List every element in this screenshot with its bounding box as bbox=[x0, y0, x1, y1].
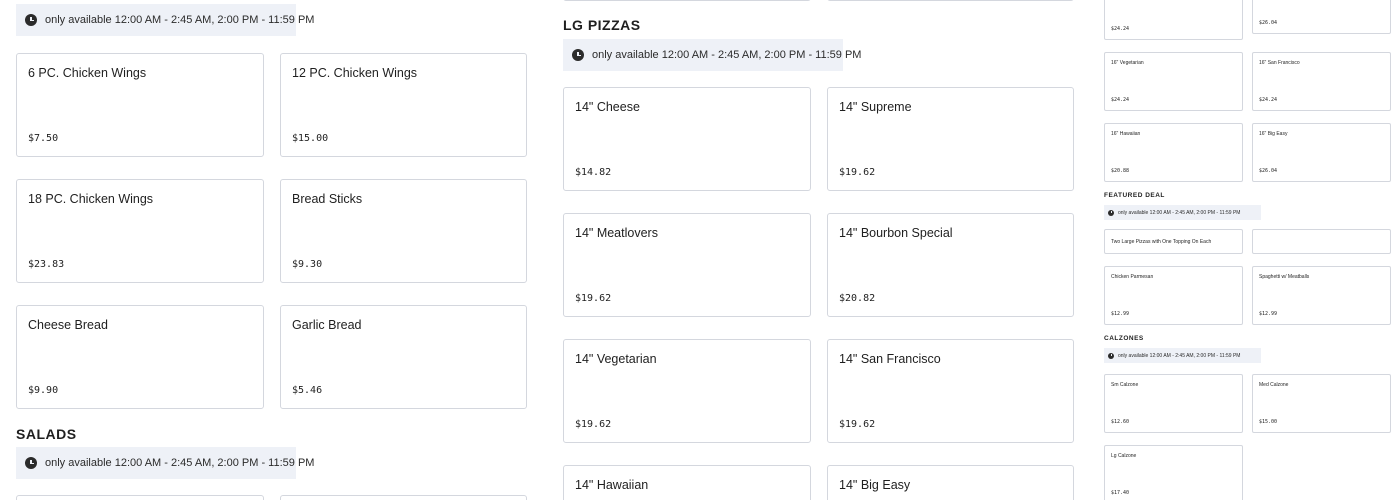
item-name: Cheese Bread bbox=[28, 318, 108, 332]
item-price: $7.50 bbox=[28, 133, 59, 144]
menu-item-card[interactable]: 16" Hawaiian $20.88 bbox=[1104, 123, 1243, 182]
menu-item-card[interactable]: Bread Sticks $9.30 bbox=[280, 179, 527, 283]
menu-item-card[interactable]: Sm Calzone $12.60 bbox=[1104, 374, 1243, 433]
item-name: 14" Hawaiian bbox=[575, 478, 649, 492]
item-price: $14.82 bbox=[575, 167, 612, 178]
menu-item-card[interactable]: Cheese Bread $9.90 bbox=[16, 305, 264, 409]
clock-icon bbox=[1108, 352, 1114, 359]
item-name: 14" Vegetarian bbox=[575, 352, 657, 366]
item-price: $20.88 bbox=[1111, 168, 1130, 174]
item-name: 14" Bourbon Special bbox=[839, 226, 953, 240]
item-price: $17.40 bbox=[1111, 490, 1130, 496]
availability-text: only available 12:00 AM - 2:45 AM, 2:00 … bbox=[592, 49, 862, 61]
menu-item-card[interactable]: 16" San Francisco $24.24 bbox=[1252, 52, 1391, 111]
item-price: $9.90 bbox=[28, 385, 59, 396]
item-name: Bread Sticks bbox=[292, 192, 363, 206]
item-price: $24.24 bbox=[1111, 97, 1130, 103]
item-name: 14" Cheese bbox=[575, 100, 640, 114]
section-heading-calzones: CALZONES bbox=[1104, 335, 1144, 342]
availability-text: only available 12:00 AM - 2:45 AM, 2:00 … bbox=[45, 457, 315, 469]
item-price: $15.00 bbox=[292, 133, 329, 144]
menu-item-card[interactable]: $24.24 bbox=[1104, 0, 1243, 40]
item-name: 12 PC. Chicken Wings bbox=[292, 66, 418, 80]
item-price: $19.62 bbox=[839, 419, 876, 430]
availability-text: only available 12:00 AM - 2:45 AM, 2:00 … bbox=[1118, 209, 1241, 216]
menu-item-card[interactable]: 16" Vegetarian $24.24 bbox=[1104, 52, 1243, 111]
item-name: 14" Supreme bbox=[839, 100, 912, 114]
menu-item-card[interactable]: Med Calzone $15.00 bbox=[1252, 374, 1391, 433]
menu-item-card[interactable]: 18 PC. Chicken Wings $23.83 bbox=[16, 179, 264, 283]
item-name: Two Large Pizzas with One Topping On Eac… bbox=[1111, 239, 1212, 245]
item-price: $19.62 bbox=[575, 419, 612, 430]
menu-item-card[interactable]: Two Large Pizzas with One Topping On Eac… bbox=[1104, 229, 1243, 254]
menu-item-card[interactable]: 14" Big Easy bbox=[827, 465, 1074, 500]
menu-item-card[interactable]: 14" San Francisco $19.62 bbox=[827, 339, 1074, 443]
menu-item-card[interactable]: 14" Cheese $14.82 bbox=[563, 87, 811, 191]
menu-item-card[interactable] bbox=[280, 495, 527, 500]
item-price: $26.04 bbox=[1259, 168, 1278, 174]
item-price: $15.00 bbox=[1259, 419, 1278, 425]
item-name: 18 PC. Chicken Wings bbox=[28, 192, 154, 206]
item-price: $12.99 bbox=[1111, 311, 1130, 317]
availability-banner: only available 12:00 AM - 2:45 AM, 2:00 … bbox=[16, 4, 314, 36]
item-price: $20.82 bbox=[839, 293, 876, 304]
availability-text: only available 12:00 AM - 2:45 AM, 2:00 … bbox=[1118, 352, 1241, 359]
item-name: 16" Big Easy bbox=[1259, 131, 1288, 137]
availability-banner: only available 12:00 AM - 2:45 AM, 2:00 … bbox=[563, 39, 861, 71]
menu-item-card[interactable]: 6 PC. Chicken Wings $7.50 bbox=[16, 53, 264, 157]
menu-item-card[interactable]: Chicken Parmesan $12.99 bbox=[1104, 266, 1243, 325]
menu-item-card[interactable] bbox=[563, 0, 811, 1]
clock-icon bbox=[572, 49, 584, 61]
item-name: 14" Big Easy bbox=[839, 478, 911, 492]
item-name: Garlic Bread bbox=[292, 318, 362, 332]
menu-item-card[interactable] bbox=[827, 0, 1074, 1]
availability-banner: only available 12:00 AM - 2:45 AM, 2:00 … bbox=[1104, 348, 1261, 363]
item-name: 16" Hawaiian bbox=[1111, 131, 1141, 137]
menu-item-card[interactable]: 14" Supreme $19.62 bbox=[827, 87, 1074, 191]
item-name: Sm Calzone bbox=[1111, 382, 1139, 388]
item-name: Med Calzone bbox=[1259, 382, 1289, 388]
section-heading-lg-pizzas: LG PIZZAS bbox=[563, 17, 641, 33]
item-name: 6 PC. Chicken Wings bbox=[28, 66, 147, 80]
menu-item-card[interactable]: Spaghetti w/ Meatballs $12.99 bbox=[1252, 266, 1391, 325]
menu-item-card[interactable]: $26.04 bbox=[1252, 0, 1391, 34]
availability-text: only available 12:00 AM - 2:45 AM, 2:00 … bbox=[45, 14, 315, 26]
item-price: $19.62 bbox=[575, 293, 612, 304]
item-name: Lg Calzone bbox=[1111, 453, 1137, 459]
menu-item-card[interactable]: 14" Vegetarian $19.62 bbox=[563, 339, 811, 443]
availability-banner: only available 12:00 AM - 2:45 AM, 2:00 … bbox=[1104, 205, 1261, 220]
item-name: 16" San Francisco bbox=[1259, 60, 1300, 66]
item-name: 16" Vegetarian bbox=[1111, 60, 1144, 66]
menu-item-card[interactable]: 14" Bourbon Special $20.82 bbox=[827, 213, 1074, 317]
menu-item-card[interactable]: 14" Meatlovers $19.62 bbox=[563, 213, 811, 317]
menu-item-card[interactable]: Lg Calzone $17.40 bbox=[1104, 445, 1243, 500]
item-price: $19.62 bbox=[839, 167, 876, 178]
item-price: $26.04 bbox=[1259, 20, 1278, 26]
clock-icon bbox=[25, 457, 37, 469]
item-name: Spaghetti w/ Meatballs bbox=[1259, 274, 1310, 280]
section-heading-salads: SALADS bbox=[16, 426, 77, 442]
clock-icon bbox=[25, 14, 37, 26]
item-price: $23.83 bbox=[28, 259, 65, 270]
menu-item-card[interactable]: 14" Hawaiian bbox=[563, 465, 811, 500]
section-heading-featured-deal: FEATURED DEAL bbox=[1104, 192, 1165, 199]
item-price: $12.60 bbox=[1111, 419, 1130, 425]
menu-item-card[interactable]: 16" Big Easy $26.04 bbox=[1252, 123, 1391, 182]
item-price: $12.99 bbox=[1259, 311, 1278, 317]
item-name: Chicken Parmesan bbox=[1111, 274, 1154, 280]
menu-item-card[interactable] bbox=[16, 495, 264, 500]
item-price: $24.24 bbox=[1259, 97, 1278, 103]
clock-icon bbox=[1108, 209, 1114, 216]
item-price: $24.24 bbox=[1111, 26, 1130, 32]
availability-banner: only available 12:00 AM - 2:45 AM, 2:00 … bbox=[16, 447, 314, 479]
item-name: 14" Meatlovers bbox=[575, 226, 658, 240]
item-name: 14" San Francisco bbox=[839, 352, 941, 366]
menu-item-card[interactable] bbox=[1252, 229, 1391, 254]
menu-item-card[interactable]: 12 PC. Chicken Wings $15.00 bbox=[280, 53, 527, 157]
menu-item-card[interactable]: Garlic Bread $5.46 bbox=[280, 305, 527, 409]
item-price: $9.30 bbox=[292, 259, 323, 270]
item-price: $5.46 bbox=[292, 385, 323, 396]
